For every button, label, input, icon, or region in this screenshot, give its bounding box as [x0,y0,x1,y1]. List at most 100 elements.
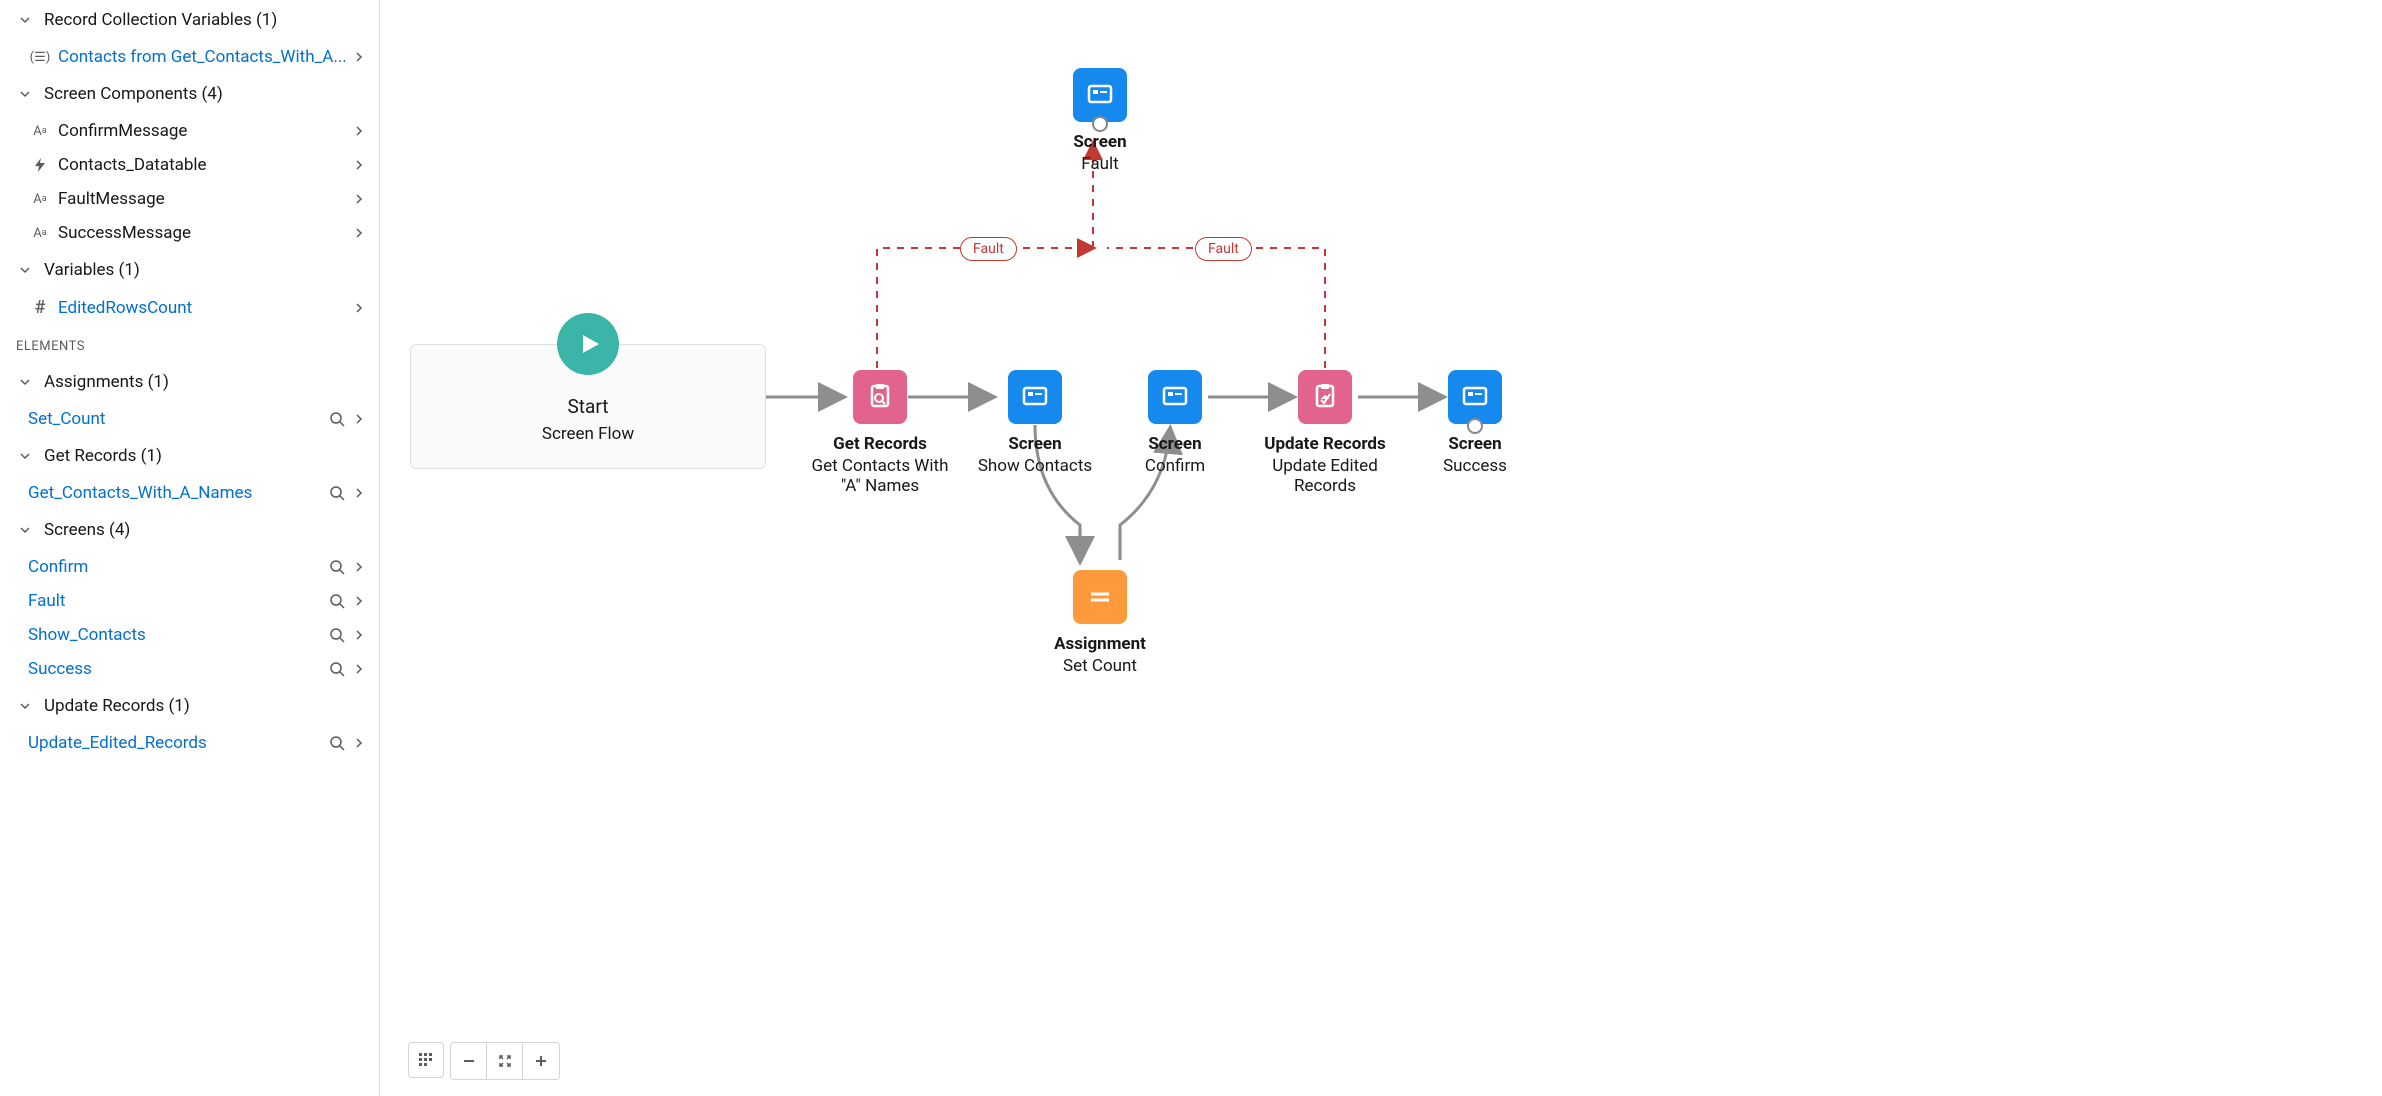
chevron-down-icon [16,700,34,712]
node-sub: Update Edited Records [1250,456,1400,496]
item-get-contacts-a-names[interactable]: Get_Contacts_With_A_Names [0,476,379,510]
assignment-icon [1073,570,1127,624]
node-sub: Fault [1081,154,1118,174]
number-icon: # [28,297,52,318]
item-label: Contacts from Get_Contacts_With_A... [58,47,353,67]
item-fault-screen[interactable]: Fault [0,584,379,618]
zoom-in-button[interactable] [523,1043,559,1079]
group-get-records[interactable]: Get Records (1) [0,436,379,476]
node-title: Screen [1073,132,1126,152]
screen-icon [1073,68,1127,122]
item-contacts-from-get[interactable]: (☰) Contacts from Get_Contacts_With_A... [0,40,379,74]
group-screen-components[interactable]: Screen Components (4) [0,74,379,114]
item-label: Update_Edited_Records [28,733,329,753]
chevron-right-icon[interactable] [353,629,365,641]
item-label: ConfirmMessage [58,121,353,141]
node-sub: Show Contacts [978,456,1092,476]
node-sub: Confirm [1145,456,1205,476]
chevron-right-icon[interactable] [353,561,365,573]
chevron-down-icon [16,14,34,26]
chevron-right-icon[interactable] [353,193,365,205]
search-icon[interactable] [329,735,345,751]
get-records-icon [853,370,907,424]
group-screens[interactable]: Screens (4) [0,510,379,550]
fault-pill-left: Fault [960,237,1017,261]
connectors [380,0,2382,1096]
item-label: FaultMessage [58,189,353,209]
search-icon[interactable] [329,411,345,427]
connector-ring[interactable] [1467,418,1483,434]
item-contacts-datatable[interactable]: Contacts_Datatable [0,148,379,182]
search-icon[interactable] [329,661,345,677]
group-variables[interactable]: Variables (1) [0,250,379,290]
search-icon[interactable] [329,593,345,609]
chevron-right-icon[interactable] [353,487,365,499]
item-label: Confirm [28,557,329,577]
search-icon[interactable] [329,627,345,643]
chevron-down-icon [16,450,34,462]
item-set-count[interactable]: Set_Count [0,402,379,436]
group-assignments[interactable]: Assignments (1) [0,362,379,402]
item-label: EditedRowsCount [58,298,353,318]
start-node[interactable]: Start Screen Flow [410,344,766,469]
search-icon[interactable] [329,485,345,501]
node-sub: Success [1443,456,1507,476]
chevron-right-icon[interactable] [353,125,365,137]
node-sub: Set Count [1063,656,1137,676]
chevron-right-icon[interactable] [353,413,365,425]
group-label: Get Records (1) [44,446,162,466]
item-edited-rows-count[interactable]: # EditedRowsCount [0,290,379,325]
group-label: Variables (1) [44,260,140,280]
group-label: Screens (4) [44,520,130,540]
group-update-records[interactable]: Update Records (1) [0,686,379,726]
node-confirm[interactable]: Screen Confirm [1130,370,1220,476]
item-label: Set_Count [28,409,329,429]
item-confirm-screen[interactable]: Confirm [0,550,379,584]
chevron-right-icon[interactable] [353,227,365,239]
chevron-right-icon[interactable] [353,595,365,607]
start-subtitle: Screen Flow [542,424,634,444]
item-success-message[interactable]: Aa SuccessMessage [0,216,379,250]
chevron-down-icon [16,524,34,536]
node-title: Screen [1448,434,1501,454]
bolt-icon [28,158,52,172]
flow-canvas[interactable]: Start Screen Flow Screen Fault Get Recor… [380,0,2382,1096]
chevron-right-icon[interactable] [353,737,365,749]
node-title: Assignment [1054,634,1146,654]
chevron-right-icon[interactable] [353,663,365,675]
start-title: Start [568,395,609,418]
item-show-contacts-screen[interactable]: Show_Contacts [0,618,379,652]
connector-ring[interactable] [1092,116,1108,132]
item-fault-message[interactable]: Aa FaultMessage [0,182,379,216]
node-update-records[interactable]: Update Records Update Edited Records [1250,370,1400,496]
item-label: Contacts_Datatable [58,155,353,175]
chevron-down-icon [16,264,34,276]
fit-to-screen-button[interactable] [487,1043,523,1079]
node-assignment[interactable]: Assignment Set Count [1040,570,1160,676]
node-fault-screen[interactable]: Screen Fault [1073,68,1127,174]
chevron-right-icon[interactable] [353,159,365,171]
chevron-right-icon[interactable] [353,51,365,63]
node-get-records[interactable]: Get Records Get Contacts With "A" Names [800,370,960,496]
node-success[interactable]: Screen Success [1430,370,1520,476]
sidebar: Record Collection Variables (1) (☰) Cont… [0,0,380,1096]
item-success-screen[interactable]: Success [0,652,379,686]
item-label: Fault [28,591,329,611]
node-title: Get Records [833,434,927,454]
item-label: Show_Contacts [28,625,329,645]
select-tool-button[interactable] [408,1042,444,1078]
zoom-out-button[interactable] [451,1043,487,1079]
chevron-right-icon[interactable] [353,302,365,314]
search-icon[interactable] [329,559,345,575]
update-records-icon [1298,370,1352,424]
play-icon [557,313,619,375]
item-confirm-message[interactable]: Aa ConfirmMessage [0,114,379,148]
group-record-collection-variables[interactable]: Record Collection Variables (1) [0,0,379,40]
group-label: Record Collection Variables (1) [44,10,277,30]
fault-pill-right: Fault [1195,237,1252,261]
chevron-down-icon [16,376,34,388]
node-show-contacts[interactable]: Screen Show Contacts [970,370,1100,476]
node-sub: Get Contacts With "A" Names [800,456,960,496]
node-title: Screen [1148,434,1201,454]
item-update-edited-records[interactable]: Update_Edited_Records [0,726,379,760]
